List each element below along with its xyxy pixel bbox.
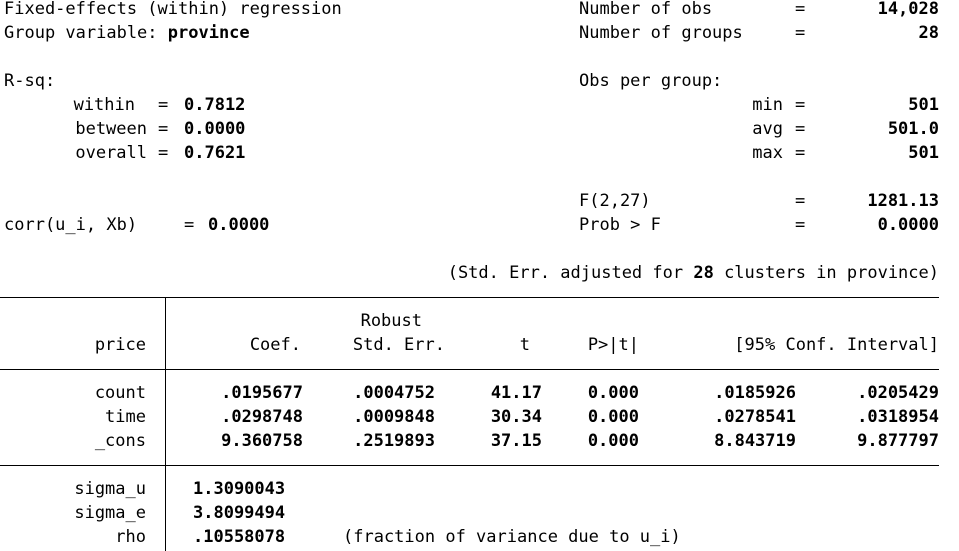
row-t: 41.17	[490, 383, 542, 403]
f-stat-label-text: F(2,27)	[579, 191, 651, 211]
f-stat-eq: =	[795, 191, 806, 211]
obs-min-label: min	[752, 95, 783, 115]
row-p: 0.000	[587, 431, 639, 451]
row-coef: .0195677	[221, 383, 303, 403]
ngroups-eq: =	[795, 23, 806, 43]
obs-avg-label: avg	[752, 119, 783, 139]
rsq-between-value: 0.0000	[184, 119, 246, 139]
row-ci-hi: .0318954	[857, 407, 939, 427]
rsq-overall-value: 0.7621	[184, 143, 246, 163]
row-se: .0009848	[353, 407, 435, 427]
rho-note: (fraction of variance due to u_i)	[343, 527, 681, 547]
corr-value: 0.0000	[208, 215, 270, 235]
row-se: .0004752	[353, 383, 435, 403]
row-p: 0.000	[587, 407, 639, 427]
table-sigma-rule	[0, 465, 939, 466]
col-p-header: P>|t|	[587, 335, 639, 355]
depvar-header: price	[94, 335, 146, 355]
rho-label: rho	[115, 527, 146, 547]
nobs-label: Number of obs	[579, 0, 713, 19]
prob-f-label: Prob > F	[579, 215, 661, 235]
table-top-rule	[0, 297, 939, 298]
nobs-value: 14,028	[877, 0, 939, 19]
rsq-between-eq: =	[158, 119, 169, 139]
rsq-label: R-sq:	[4, 71, 56, 91]
row-var-name: _cons	[94, 431, 146, 451]
obs-max-value: 501	[908, 143, 939, 163]
row-var-name: count	[94, 383, 146, 403]
rsq-within-value: 0.7812	[184, 95, 246, 115]
ngroups-value: 28	[918, 23, 939, 43]
regression-title: Fixed-effects (within) regression	[4, 0, 342, 19]
std-err-note-clusters: 28	[693, 263, 714, 283]
group-variable-label: Group variable:	[4, 23, 168, 43]
row-ci-hi: .0205429	[857, 383, 939, 403]
row-ci-lo: .0185926	[714, 383, 796, 403]
row-p: 0.000	[587, 383, 639, 403]
table-header-rule	[0, 369, 939, 370]
prob-f-eq: =	[795, 215, 806, 235]
sigma-u-label: sigma_u	[74, 479, 146, 499]
rsq-overall-label: overall	[75, 143, 147, 163]
rsq-between-label: between	[75, 119, 147, 139]
std-err-note: (Std. Err. adjusted for 28 clusters in p…	[300, 261, 939, 285]
obs-avg-eq: =	[795, 119, 806, 139]
obs-per-group-label: Obs per group:	[579, 71, 723, 91]
ngroups-label: Number of groups	[579, 23, 743, 43]
std-err-note-prefix: (Std. Err. adjusted for	[447, 263, 694, 283]
rho-value: .10558078	[193, 527, 286, 547]
rsq-within-label: within	[73, 95, 135, 115]
obs-min-eq: =	[795, 95, 806, 115]
row-ci-lo: .0278541	[714, 407, 796, 427]
sigma-e-value: 3.8099494	[193, 503, 286, 523]
row-ci-lo: 8.843719	[714, 431, 796, 451]
prob-f-value: 0.0000	[877, 215, 939, 235]
col-se-header: Std. Err.	[352, 335, 445, 355]
row-coef: .0298748	[221, 407, 303, 427]
group-variable-line: Group variable: province	[4, 21, 250, 45]
row-se: .2519893	[353, 431, 435, 451]
obs-max-eq: =	[795, 143, 806, 163]
obs-max-label: max	[752, 143, 783, 163]
std-err-note-suffix: clusters in province)	[713, 263, 939, 283]
row-ci-hi: 9.877797	[857, 431, 939, 451]
col-t-header: t	[519, 335, 530, 355]
f-stat-label: F(2,27)	[579, 189, 651, 213]
col-robust-header: Robust	[360, 311, 422, 331]
rsq-overall-eq: =	[158, 143, 169, 163]
row-var-name: time	[105, 407, 146, 427]
row-t: 30.34	[490, 407, 542, 427]
obs-avg-value: 501.0	[887, 119, 939, 139]
f-stat-value: 1281.13	[867, 191, 939, 211]
row-t: 37.15	[490, 431, 542, 451]
group-variable-value: province	[167, 23, 250, 43]
col-coef-header: Coef.	[249, 335, 301, 355]
corr-label: corr(u_i, Xb)	[4, 215, 138, 235]
sigma-e-label: sigma_e	[74, 503, 146, 523]
row-coef: 9.360758	[221, 431, 303, 451]
corr-eq: =	[184, 215, 195, 235]
table-vertical-rule	[165, 297, 166, 551]
sigma-u-value: 1.3090043	[193, 479, 286, 499]
rsq-within-eq: =	[158, 95, 169, 115]
col-ci-header: [95% Conf. Interval]	[734, 335, 939, 355]
obs-min-value: 501	[908, 95, 939, 115]
nobs-eq: =	[795, 0, 806, 19]
